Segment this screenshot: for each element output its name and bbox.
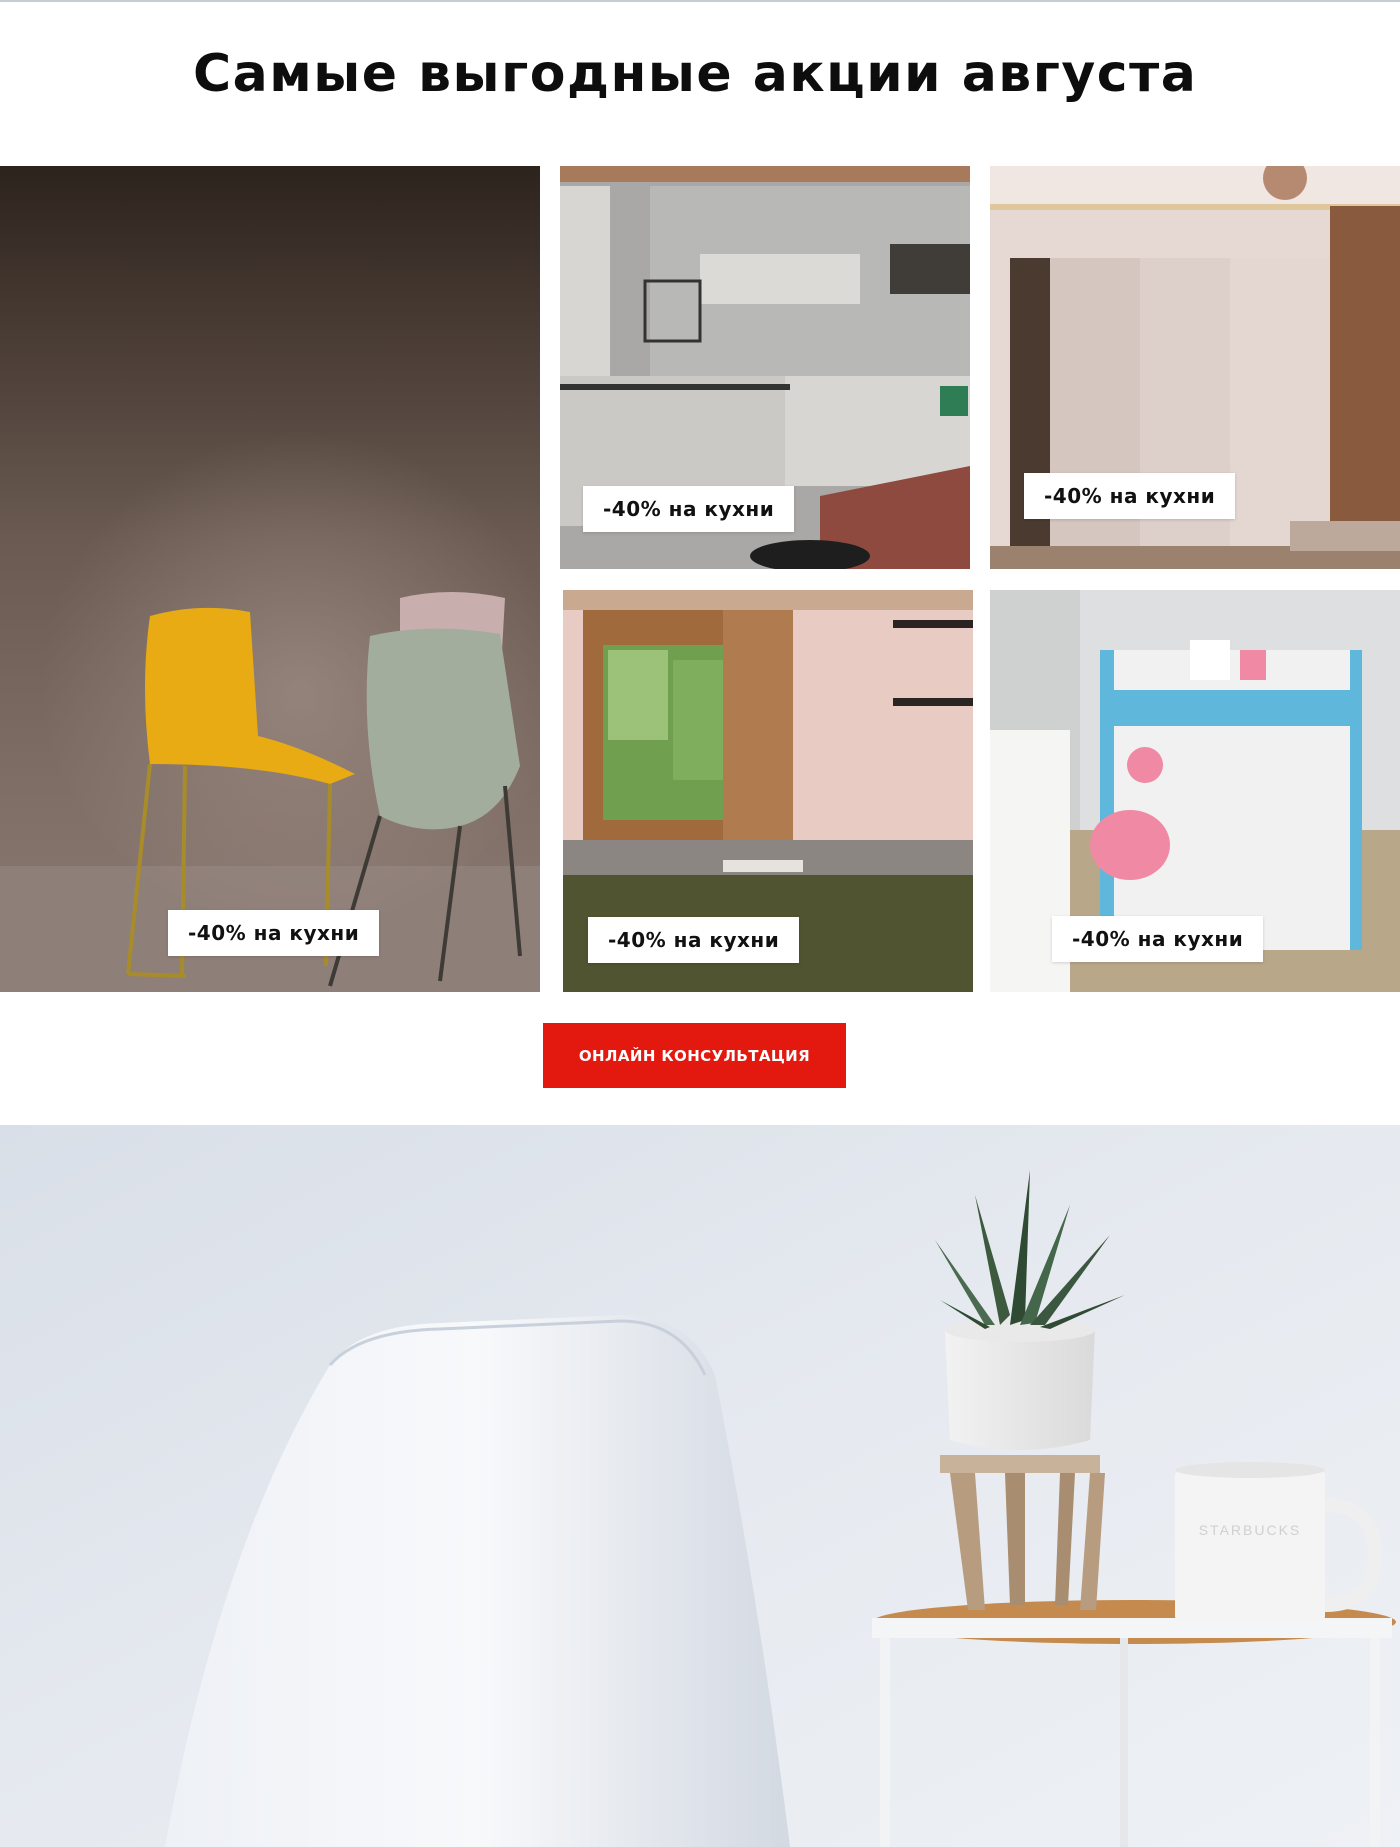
top-divider (0, 0, 1400, 2)
discount-badge: -40% на кухни (1052, 916, 1264, 962)
promo-tile-chairs[interactable]: -40% на кухни (0, 166, 540, 992)
hero-banner: STARBUCKS (0, 1125, 1400, 1847)
online-consultation-button[interactable]: ОНЛАЙН КОНСУЛЬТАЦИЯ (543, 1023, 846, 1088)
promo-tile-kitchen-window[interactable]: -40% на кухни (563, 590, 973, 992)
mug-logo: STARBUCKS (1199, 1522, 1302, 1538)
page-title: Самые выгодные акции августа (193, 44, 1198, 104)
promo-tile-kitchen[interactable]: -40% на кухни (560, 166, 970, 569)
chair-plant-mug-photo: STARBUCKS (0, 1125, 1400, 1847)
discount-badge: -40% на кухни (583, 486, 795, 532)
chairs-photo (0, 166, 540, 992)
promo-tile-kids-desk[interactable]: -40% на кухни (990, 590, 1400, 992)
discount-badge: -40% на кухни (168, 910, 380, 956)
promo-tile-wardrobe[interactable]: -40% на кухни (990, 166, 1400, 569)
discount-badge: -40% на кухни (1024, 473, 1236, 519)
discount-badge: -40% на кухни (588, 917, 800, 963)
